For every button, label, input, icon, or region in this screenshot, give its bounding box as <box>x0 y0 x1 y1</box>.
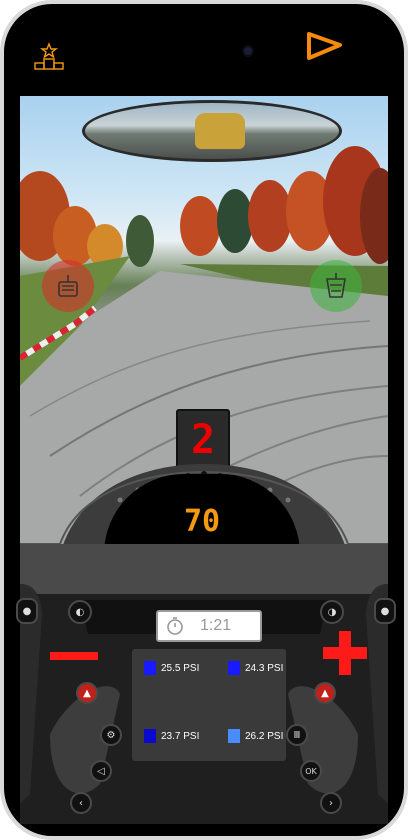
wheel-button-left-edge[interactable]: ● <box>16 598 38 624</box>
brake-bias-minus-button[interactable] <box>46 636 102 676</box>
tire-swatch <box>228 661 240 675</box>
tire-rear-left: 23.7 PSI <box>144 729 199 743</box>
wheel-button-right-edge[interactable]: ● <box>374 598 396 624</box>
tire-front-left: 25.5 PSI <box>144 661 199 675</box>
opponent-car <box>195 113 245 149</box>
tire-pressure-value: 25.5 PSI <box>161 662 200 674</box>
tire-swatch <box>144 729 156 743</box>
wheel-button-left-mid[interactable]: ⚙ <box>100 724 122 746</box>
tire-swatch <box>144 661 156 675</box>
previous-button[interactable]: ‹ <box>70 792 92 814</box>
minus-icon <box>50 652 98 660</box>
lap-timer: 1:21 <box>156 610 262 642</box>
rear-view-mirror <box>82 100 342 162</box>
stopwatch-icon <box>167 617 183 635</box>
wheel-button-right-mid[interactable]: Ⅲ <box>286 724 308 746</box>
front-camera <box>244 47 252 55</box>
shift-up-lever[interactable] <box>310 260 362 312</box>
tire-rear-right: 26.2 PSI <box>228 729 283 743</box>
podium-icon[interactable] <box>34 42 64 70</box>
mute-button[interactable]: ◁ <box>90 760 112 782</box>
tire-front-right: 24.3 PSI <box>228 661 283 675</box>
wheel-button-left-top[interactable]: ◐ <box>68 600 92 624</box>
phone-screen: 2 70 1:21 25.5 PSI 24.3 PSI 23.7 PSI 26.… <box>4 4 404 836</box>
shift-down-lever[interactable] <box>42 260 94 312</box>
tire-swatch <box>228 729 240 743</box>
tire-pressure-value: 24.3 PSI <box>245 662 284 674</box>
brake-pedal-icon <box>58 275 78 297</box>
headlight-button[interactable]: ▲ <box>314 682 336 704</box>
throttle-pedal-icon <box>326 273 346 298</box>
wheel-button-right-top[interactable]: ◑ <box>320 600 344 624</box>
lap-time-value: 1:21 <box>200 617 232 634</box>
brake-bias-plus-button[interactable] <box>318 626 372 680</box>
speed-readout: 70 <box>183 504 221 539</box>
tire-pressure-value: 26.2 PSI <box>245 730 284 742</box>
phone-frame: 2 70 1:21 25.5 PSI 24.3 PSI 23.7 PSI 26.… <box>0 0 408 840</box>
ok-button[interactable]: OK <box>300 760 322 782</box>
tire-pressure-panel: 25.5 PSI 24.3 PSI 23.7 PSI 26.2 PSI <box>132 649 286 761</box>
pit-limiter-button[interactable]: ▲ <box>76 682 98 704</box>
tire-pressure-value: 23.7 PSI <box>161 730 200 742</box>
next-button[interactable]: › <box>320 792 342 814</box>
plus-icon <box>323 631 367 675</box>
play-icon[interactable] <box>304 30 344 64</box>
